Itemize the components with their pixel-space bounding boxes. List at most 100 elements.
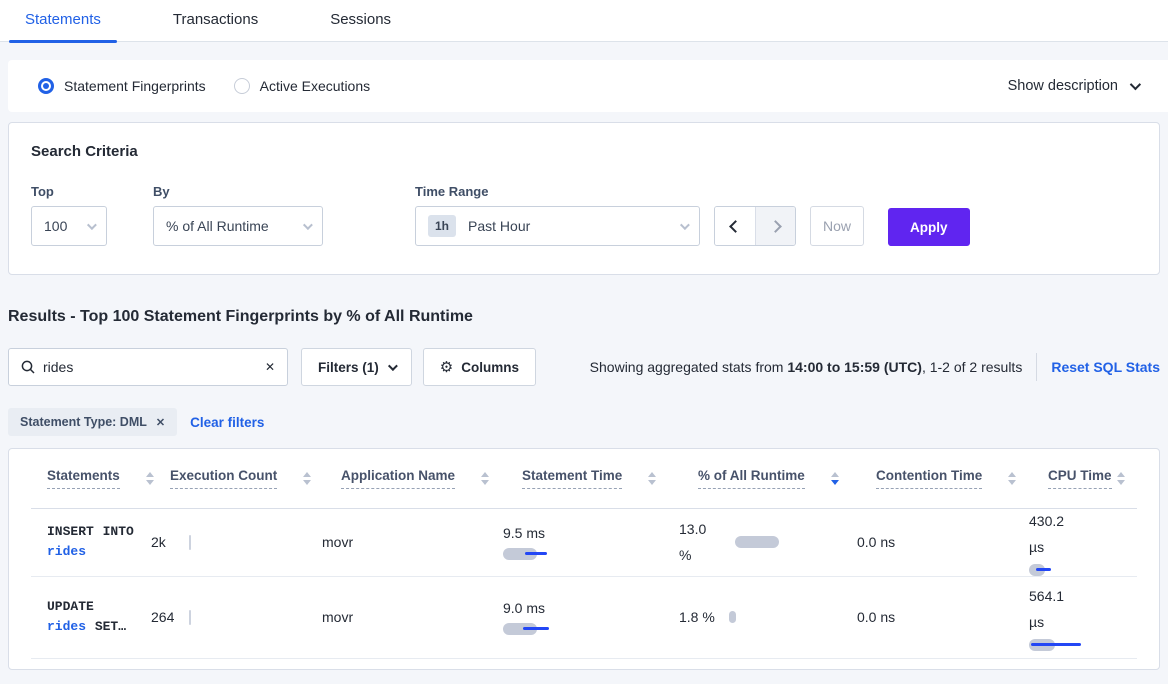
chevron-left-icon: [729, 220, 742, 233]
execution-count-bar: [189, 535, 191, 550]
statements-table: Statements Execution Count Application N…: [8, 448, 1160, 670]
top-tab-bar: Statements Transactions Sessions: [0, 0, 1168, 42]
statement-time-bar: [503, 548, 583, 560]
column-header-statement-time[interactable]: Statement Time: [522, 468, 698, 489]
statement-link[interactable]: rides: [47, 619, 86, 634]
radio-statement-fingerprints[interactable]: Statement Fingerprints: [38, 78, 206, 94]
execution-count-cell: 264: [151, 609, 322, 625]
pct-runtime-cell: 13.0 %: [679, 516, 857, 569]
top-value: 100: [44, 218, 67, 234]
chevron-down-icon: [303, 220, 313, 230]
cpu-time-bar: [1029, 564, 1109, 576]
columns-button[interactable]: ⚙ Columns: [423, 348, 536, 386]
table-row: INSERT INTO rides 2k movr 9.5 ms 13.0 % …: [31, 509, 1137, 577]
contention-time-cell: 0.0 ns: [857, 609, 1029, 625]
pct-runtime-bar: [735, 536, 779, 548]
statement-time-bar: [503, 623, 583, 635]
filter-chip-statement-type: Statement Type: DML ✕: [8, 408, 177, 436]
filter-chip-label: Statement Type: DML: [20, 415, 147, 429]
search-criteria-title: Search Criteria: [31, 143, 1137, 160]
tab-sessions[interactable]: Sessions: [314, 0, 407, 42]
time-range-select[interactable]: 1h Past Hour: [415, 206, 700, 246]
sort-icon[interactable]: [648, 472, 656, 485]
column-header-cpu-time[interactable]: CPU Time: [1048, 468, 1137, 489]
cpu-time-cell: 430.2 µs: [1029, 509, 1137, 576]
radio-selected-icon: [38, 78, 54, 94]
remove-filter-icon[interactable]: ✕: [156, 416, 165, 429]
by-select[interactable]: % of All Runtime: [153, 206, 323, 246]
tab-transactions[interactable]: Transactions: [157, 0, 274, 42]
search-icon: [21, 360, 35, 374]
radio-label: Statement Fingerprints: [64, 78, 206, 94]
apply-button[interactable]: Apply: [888, 208, 970, 246]
by-field: By % of All Runtime: [107, 184, 323, 246]
column-header-contention-time[interactable]: Contention Time: [876, 468, 1048, 489]
top-select[interactable]: 100: [31, 206, 107, 246]
chevron-down-icon: [1130, 79, 1141, 90]
show-description-toggle[interactable]: Show description: [1008, 78, 1138, 94]
by-value: % of All Runtime: [166, 218, 269, 234]
columns-label: Columns: [461, 360, 519, 375]
cpu-time-cell: 564.1 µs: [1029, 584, 1137, 651]
search-box: ✕: [8, 348, 288, 386]
radio-unselected-icon: [234, 78, 250, 94]
filters-button[interactable]: Filters (1): [301, 348, 412, 386]
filters-label: Filters (1): [318, 360, 379, 375]
column-header-execution-count[interactable]: Execution Count: [170, 468, 341, 489]
gear-icon: ⚙: [440, 358, 453, 376]
application-name-cell: movr: [322, 534, 503, 550]
time-range-badge: 1h: [428, 215, 456, 237]
statement-time-cell: 9.5 ms: [503, 525, 679, 560]
results-heading: Results - Top 100 Statement Fingerprints…: [8, 308, 1168, 326]
time-range-field: Time Range 1h Past Hour: [323, 184, 700, 246]
pct-runtime-bar: [729, 611, 736, 623]
top-field: Top 100: [31, 184, 107, 246]
sort-icon[interactable]: [303, 472, 311, 485]
chevron-right-icon: [769, 220, 782, 233]
statement-cell: UPDATE rides SET…: [31, 597, 151, 637]
vertical-divider: [1036, 353, 1037, 381]
pct-runtime-cell: 1.8 %: [679, 604, 857, 631]
execution-count-cell: 2k: [151, 534, 322, 550]
stats-summary-group: Showing aggregated stats from 14:00 to 1…: [590, 353, 1160, 381]
statement-cell: INSERT INTO rides: [31, 522, 151, 562]
clear-filters-link[interactable]: Clear filters: [190, 415, 264, 430]
tab-statements[interactable]: Statements: [9, 0, 117, 42]
sort-icon[interactable]: [1008, 472, 1016, 485]
sort-icon-active-desc[interactable]: [831, 472, 839, 485]
reset-sql-stats-link[interactable]: Reset SQL Stats: [1051, 359, 1160, 375]
previous-time-range-button[interactable]: [715, 207, 755, 245]
cpu-time-bar: [1029, 639, 1109, 651]
search-input[interactable]: [43, 359, 257, 375]
column-header-pct-all-runtime[interactable]: % of All Runtime: [698, 468, 876, 489]
sort-icon[interactable]: [146, 472, 154, 485]
by-label: By: [153, 184, 323, 199]
application-name-cell: movr: [322, 609, 503, 625]
radio-active-executions[interactable]: Active Executions: [234, 78, 371, 94]
next-time-range-button[interactable]: [755, 207, 795, 245]
search-criteria-card: Search Criteria Top 100 By % of All Runt…: [8, 122, 1160, 275]
chevron-down-icon: [87, 220, 97, 230]
radio-label: Active Executions: [260, 78, 371, 94]
time-range-pager: [714, 206, 796, 246]
statement-link[interactable]: rides: [47, 544, 86, 559]
column-header-statements[interactable]: Statements: [31, 468, 170, 489]
column-header-application-name[interactable]: Application Name: [341, 468, 522, 489]
now-button[interactable]: Now: [810, 206, 864, 246]
time-range-value: Past Hour: [468, 218, 530, 234]
stats-summary: Showing aggregated stats from 14:00 to 1…: [590, 359, 1023, 375]
table-row: UPDATE rides SET… 264 movr 9.0 ms 1.8 % …: [31, 577, 1137, 659]
execution-count-bar: [189, 610, 191, 625]
results-controls-row: ✕ Filters (1) ⚙ Columns Showing aggregat…: [8, 348, 1160, 386]
top-label: Top: [31, 184, 107, 199]
chevron-down-icon: [680, 220, 690, 230]
statement-time-cell: 9.0 ms: [503, 600, 679, 635]
sort-icon[interactable]: [481, 472, 489, 485]
view-toggle-bar: Statement Fingerprints Active Executions…: [8, 60, 1168, 112]
clear-search-icon[interactable]: ✕: [265, 360, 275, 374]
contention-time-cell: 0.0 ns: [857, 534, 1029, 550]
filter-chip-row: Statement Type: DML ✕ Clear filters: [8, 408, 1168, 436]
show-description-label: Show description: [1008, 78, 1118, 94]
sort-icon[interactable]: [1117, 472, 1125, 485]
time-range-label: Time Range: [415, 184, 700, 199]
